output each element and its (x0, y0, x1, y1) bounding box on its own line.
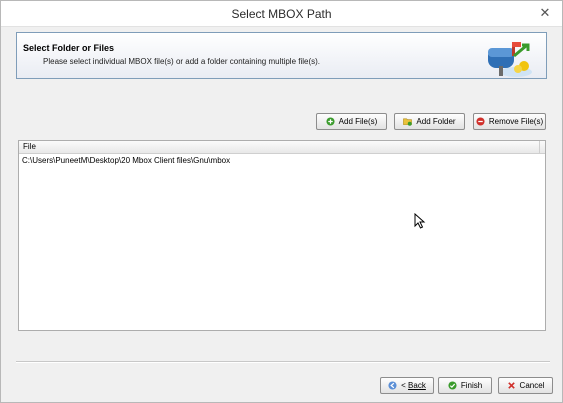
add-files-label: Add File(s) (338, 117, 378, 126)
back-label: < Back (401, 381, 426, 390)
header-title: Select Folder or Files (23, 43, 115, 53)
column-header-label: File (23, 142, 36, 151)
cancel-button[interactable]: Cancel (498, 377, 553, 394)
remove-circle-icon (476, 117, 485, 126)
column-separator (539, 141, 540, 154)
check-circle-icon (448, 381, 457, 390)
remove-files-label: Remove File(s) (488, 117, 544, 126)
finish-label: Finish (460, 381, 483, 390)
add-folder-button[interactable]: Add Folder (394, 113, 465, 130)
header-description: Please select individual MBOX file(s) or… (43, 57, 321, 66)
list-item[interactable]: C:\Users\PuneetM\Desktop\20 Mbox Client … (19, 155, 545, 167)
close-icon: ✕ (539, 5, 551, 20)
select-mbox-path-dialog: Select MBOX Path ✕ Select Folder or File… (0, 0, 563, 403)
header-panel: Select Folder or Files Please select ind… (16, 32, 547, 79)
folder-plus-icon (403, 118, 413, 126)
finish-button[interactable]: Finish (438, 377, 492, 394)
mailbox-icon (488, 42, 532, 77)
title-bar[interactable]: Select MBOX Path ✕ (1, 1, 562, 27)
mouse-pointer-icon (414, 213, 426, 229)
column-header-file[interactable]: File (19, 141, 545, 154)
plus-circle-icon (326, 117, 335, 126)
window-title: Select MBOX Path (231, 7, 332, 21)
cancel-label: Cancel (519, 381, 545, 390)
footer-divider (16, 361, 550, 363)
add-folder-label: Add Folder (416, 117, 456, 126)
add-files-button[interactable]: Add File(s) (316, 113, 387, 130)
file-list[interactable]: File C:\Users\PuneetM\Desktop\20 Mbox Cl… (18, 140, 546, 331)
close-button[interactable]: ✕ (534, 3, 556, 23)
remove-files-button[interactable]: Remove File(s) (473, 113, 546, 130)
x-icon (507, 382, 515, 389)
back-button[interactable]: < Back (380, 377, 434, 394)
back-arrow-icon (388, 381, 397, 390)
